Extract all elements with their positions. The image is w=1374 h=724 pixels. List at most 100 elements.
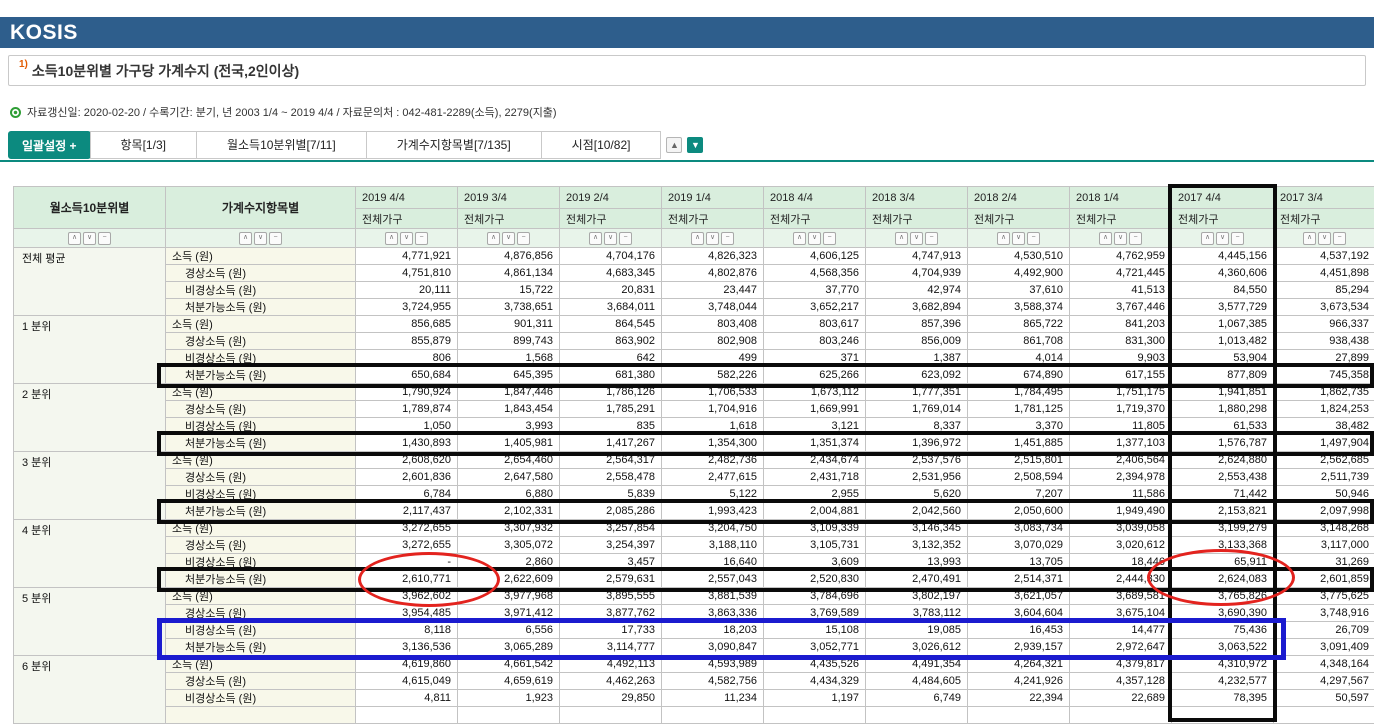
sort-desc-button[interactable]: ∨ — [83, 232, 96, 245]
value-cell: 1,387 — [866, 350, 968, 367]
sort-asc-button[interactable]: ∧ — [68, 232, 81, 245]
collapse-up-button[interactable]: ▲ — [666, 137, 682, 153]
table-row: 처분가능소득 (원)1,430,8931,405,9811,417,2671,3… — [14, 435, 1374, 452]
col-header-quarter: 2017 3/4 — [1274, 187, 1374, 209]
sort-clear-button[interactable]: − — [619, 232, 632, 245]
sort-clear-button[interactable]: − — [269, 232, 282, 245]
value-cell: 3,604,604 — [968, 605, 1070, 622]
item-label-cell: 비경상소득 (원) — [166, 282, 356, 299]
sort-controls-cell: ∧∨− — [764, 229, 866, 248]
sort-asc-button[interactable]: ∧ — [385, 232, 398, 245]
group-label-cell: 3 분위 — [14, 452, 166, 520]
sort-desc-button[interactable]: ∨ — [910, 232, 923, 245]
value-cell: 1,784,495 — [968, 384, 1070, 401]
value-cell: 1,067,385 — [1172, 316, 1274, 333]
value-cell: 2,553,438 — [1172, 469, 1274, 486]
sort-desc-button[interactable]: ∨ — [254, 232, 267, 245]
col-header-quarter: 2018 1/4 — [1070, 187, 1172, 209]
value-cell: 2,515,801 — [968, 452, 1070, 469]
sort-clear-button[interactable]: − — [1027, 232, 1040, 245]
sort-desc-button[interactable]: ∨ — [1216, 232, 1229, 245]
value-cell: 901,311 — [458, 316, 560, 333]
sort-clear-button[interactable]: − — [98, 232, 111, 245]
table-row: 처분가능소득 (원)2,610,7712,622,6092,579,6312,5… — [14, 571, 1374, 588]
sort-clear-button[interactable]: − — [517, 232, 530, 245]
sort-clear-button[interactable]: − — [1333, 232, 1346, 245]
item-label-cell: 소득 (원) — [166, 452, 356, 469]
sort-asc-button[interactable]: ∧ — [895, 232, 908, 245]
filter-toolbar: 일괄설정 + 항목[1/3] 월소득10분위별[7/11] 가계수지항목별[7/… — [8, 131, 703, 159]
sort-asc-button[interactable]: ∧ — [589, 232, 602, 245]
table-row: 경상소득 (원)4,751,8104,861,1344,683,3454,802… — [14, 265, 1374, 282]
sort-clear-button[interactable]: − — [415, 232, 428, 245]
item-label-cell: 소득 (원) — [166, 656, 356, 673]
item-label-cell: 소득 (원) — [166, 248, 356, 265]
value-cell: 8,337 — [866, 418, 968, 435]
sort-clear-button[interactable]: − — [925, 232, 938, 245]
value-cell: 3,802,197 — [866, 588, 968, 605]
table-row: 경상소득 (원)4,615,0494,659,6194,462,2634,582… — [14, 673, 1374, 690]
sort-desc-button[interactable]: ∨ — [604, 232, 617, 245]
value-cell: 85,294 — [1274, 282, 1374, 299]
sort-desc-button[interactable]: ∨ — [502, 232, 515, 245]
expand-down-button[interactable]: ▼ — [687, 137, 703, 153]
sort-desc-button[interactable]: ∨ — [808, 232, 821, 245]
value-cell: 2,508,594 — [968, 469, 1070, 486]
value-cell: 3,026,612 — [866, 639, 968, 656]
value-cell: 3,146,345 — [866, 520, 968, 537]
sort-asc-button[interactable]: ∧ — [793, 232, 806, 245]
tab-income-decile[interactable]: 월소득10분위별[7/11] — [196, 131, 367, 159]
sort-asc-button[interactable]: ∧ — [1201, 232, 1214, 245]
item-label-cell: 소득 (원) — [166, 588, 356, 605]
tab-items[interactable]: 항목[1/3] — [90, 131, 197, 159]
value-cell: 1,576,787 — [1172, 435, 1274, 452]
value-cell: 1,923 — [458, 690, 560, 707]
sort-clear-button[interactable]: − — [721, 232, 734, 245]
tab-account-items[interactable]: 가계수지항목별[7/135] — [366, 131, 542, 159]
value-cell: 2,434,674 — [764, 452, 866, 469]
sort-asc-button[interactable]: ∧ — [1099, 232, 1112, 245]
item-label-cell: 비경상소득 (원) — [166, 690, 356, 707]
value-cell: 877,809 — [1172, 367, 1274, 384]
value-cell: 3,863,336 — [662, 605, 764, 622]
value-cell: 53,904 — [1172, 350, 1274, 367]
sort-desc-button[interactable]: ∨ — [1114, 232, 1127, 245]
table-row: 비경상소득 (원)4,8111,92329,85011,2341,1976,74… — [14, 690, 1374, 707]
tab-period[interactable]: 시점[10/82] — [541, 131, 662, 159]
sort-desc-button[interactable]: ∨ — [400, 232, 413, 245]
sort-asc-button[interactable]: ∧ — [1303, 232, 1316, 245]
value-cell: 3,895,555 — [560, 588, 662, 605]
col-subheader-household: 전체가구 — [866, 209, 968, 229]
value-cell: 22,394 — [968, 690, 1070, 707]
sort-desc-button[interactable]: ∨ — [706, 232, 719, 245]
value-cell: 37,610 — [968, 282, 1070, 299]
sort-desc-button[interactable]: ∨ — [1318, 232, 1331, 245]
sort-clear-button[interactable]: − — [823, 232, 836, 245]
sort-desc-button[interactable]: ∨ — [1012, 232, 1025, 245]
item-label-cell: 경상소득 (원) — [166, 605, 356, 622]
value-cell: 3,877,762 — [560, 605, 662, 622]
value-cell: 3,765,826 — [1172, 588, 1274, 605]
sort-asc-button[interactable]: ∧ — [239, 232, 252, 245]
value-cell: 3,962,602 — [356, 588, 458, 605]
sort-asc-button[interactable]: ∧ — [487, 232, 500, 245]
col-subheader-household: 전체가구 — [968, 209, 1070, 229]
table-row: 비경상소득 (원)8,1186,55617,73318,20315,10819,… — [14, 622, 1374, 639]
value-cell: 5,620 — [866, 486, 968, 503]
sort-clear-button[interactable]: − — [1231, 232, 1244, 245]
value-cell: 3,133,368 — [1172, 537, 1274, 554]
value-cell: 1,405,981 — [458, 435, 560, 452]
sort-asc-button[interactable]: ∧ — [997, 232, 1010, 245]
value-cell: 3,132,352 — [866, 537, 968, 554]
value-cell: 22,689 — [1070, 690, 1172, 707]
value-cell: 623,092 — [866, 367, 968, 384]
value-cell: 2,097,998 — [1274, 503, 1374, 520]
value-cell: 75,436 — [1172, 622, 1274, 639]
value-cell: 2,470,491 — [866, 571, 968, 588]
sort-clear-button[interactable]: − — [1129, 232, 1142, 245]
sort-asc-button[interactable]: ∧ — [691, 232, 704, 245]
batch-settings-button[interactable]: 일괄설정 + — [8, 131, 91, 159]
value-cell: 4,445,156 — [1172, 248, 1274, 265]
col-header-account-item: 가계수지항목별 — [166, 187, 356, 229]
value-cell: 841,203 — [1070, 316, 1172, 333]
